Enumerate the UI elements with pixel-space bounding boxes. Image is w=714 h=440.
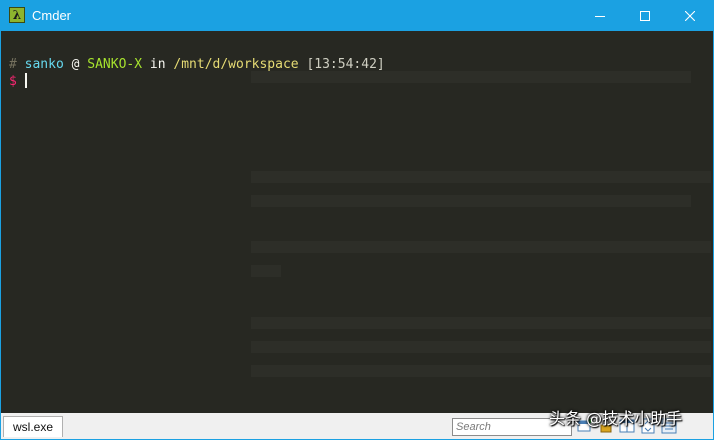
console-tab-wsl[interactable]: wsl.exe [3,416,63,437]
command-input-line[interactable]: $ [9,73,27,90]
watermark-text: 头条 @技术小助手 [549,409,683,428]
close-button[interactable] [667,1,713,31]
maximize-button[interactable] [622,1,668,31]
prompt-symbol: $ [9,74,17,89]
cmder-window: λ Cmder # sanko @ SANKO-X in /mnt/d/work… [0,0,714,440]
prompt-working-directory: /mnt/d/workspace [173,57,299,72]
text-cursor [24,73,27,88]
minimize-icon [595,16,605,17]
close-icon [685,11,695,21]
cmder-lambda-icon[interactable]: λ [9,7,25,23]
prompt-in-word: in [149,57,166,72]
prompt-username: sanko [24,57,64,72]
minimize-button[interactable] [577,1,623,31]
prompt-info-line: # sanko @ SANKO-X in /mnt/d/workspace [1… [9,57,385,73]
terminal-area[interactable]: # sanko @ SANKO-X in /mnt/d/workspace [1… [1,31,713,413]
title-bar[interactable]: λ Cmder [1,1,713,31]
prompt-timestamp: [13:54:42] [306,57,385,72]
prompt-at-sign: @ [71,57,80,72]
window-title: Cmder [32,8,72,23]
maximize-icon [640,11,650,21]
comment-hash: # [9,57,17,72]
prompt-hostname: SANKO-X [87,57,143,72]
